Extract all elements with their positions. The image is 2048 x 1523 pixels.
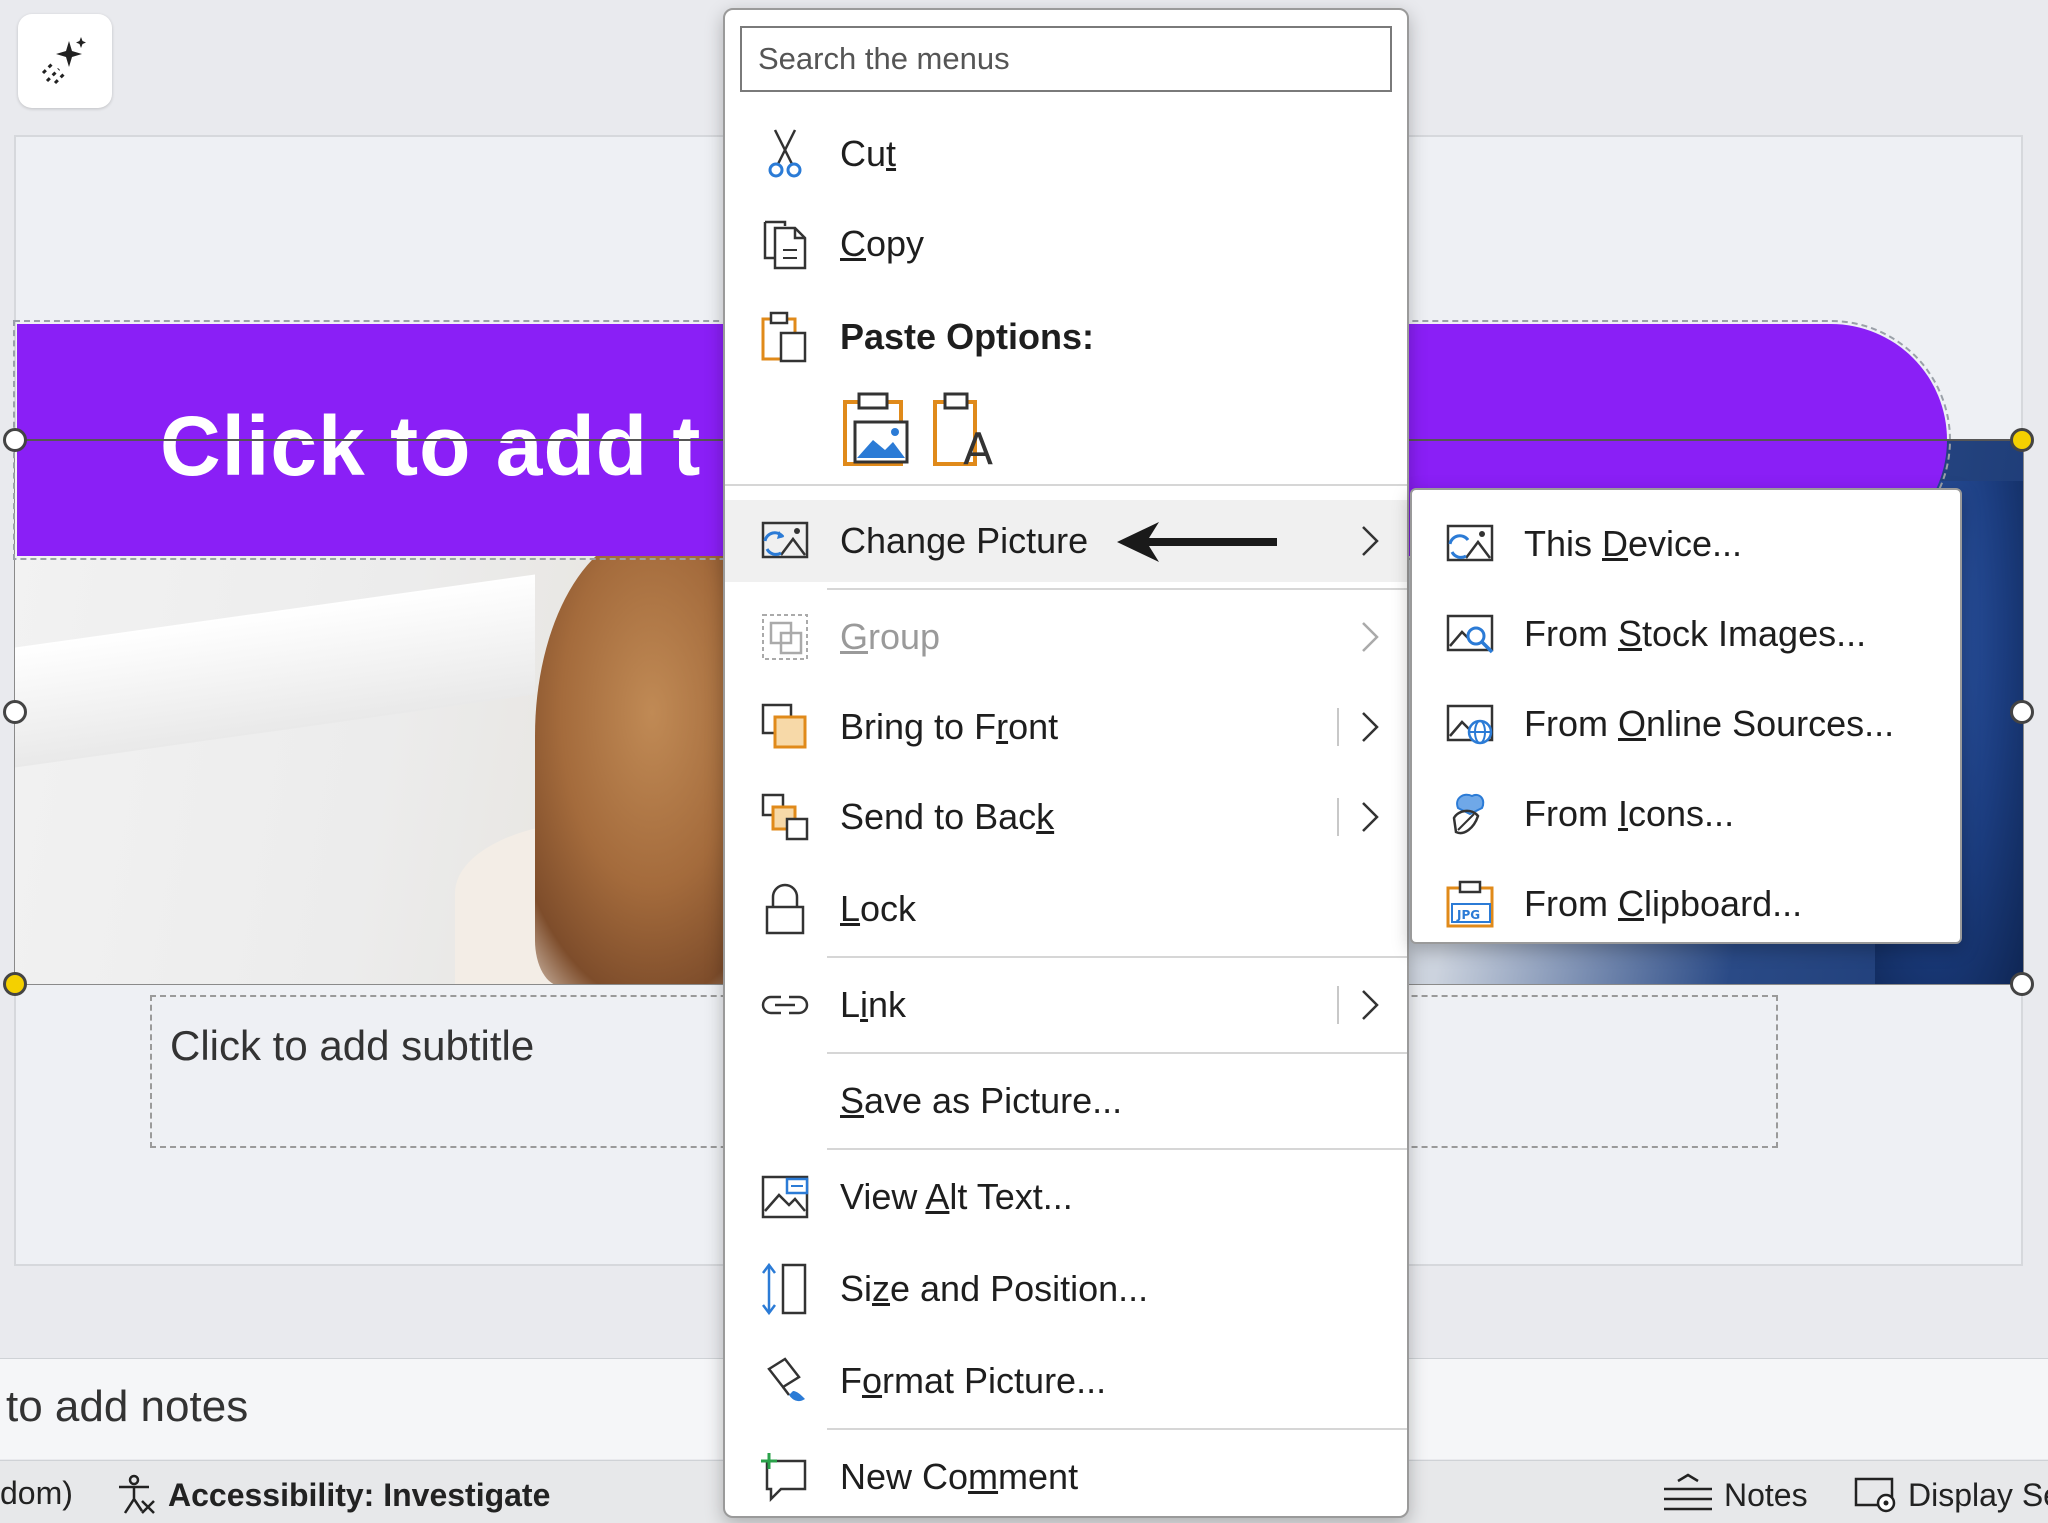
language-status[interactable]: dom) [0, 1475, 73, 1512]
icons-library-icon [1444, 788, 1496, 840]
change-picture-icon [759, 515, 811, 567]
menu-separator [725, 484, 1407, 486]
menu-item-group[interactable]: Group [725, 596, 1407, 678]
menu-item-label: View Alt Text... [840, 1176, 1073, 1217]
online-sources-icon [1444, 698, 1496, 750]
submenu-item-clipboard[interactable]: JPG From Clipboard... [1412, 859, 1960, 949]
subtitle-text: Click to add subtitle [170, 1022, 535, 1069]
lock-icon [759, 883, 811, 935]
menu-separator [827, 1428, 1407, 1430]
designer-button[interactable] [18, 14, 112, 108]
menu-item-lock[interactable]: Lock [725, 868, 1407, 950]
menu-item-label: Lock [840, 888, 917, 929]
paste-options-header: Paste Options: [725, 296, 1407, 378]
chevron-right-icon [1357, 617, 1383, 657]
chevron-right-icon[interactable] [1357, 985, 1383, 1025]
submenu-item-label: From Online Sources... [1524, 703, 1895, 744]
menu-item-new-comment[interactable]: New Comment [725, 1436, 1407, 1518]
copy-icon [759, 218, 811, 270]
bring-to-front-icon [759, 701, 811, 753]
paste-keep-text-only-icon: A [933, 392, 993, 475]
menu-item-format-picture[interactable]: Format Picture... [725, 1340, 1407, 1422]
split-divider [1337, 708, 1339, 746]
chevron-right-icon [1357, 521, 1383, 561]
change-picture-device-icon [1444, 518, 1496, 570]
resize-handle-middle-right[interactable] [2010, 700, 2034, 724]
menu-item-label: Save as Picture... [840, 1080, 1123, 1121]
magic-wand-sparkle-icon [41, 37, 86, 85]
menu-item-label: Size and Position... [840, 1268, 1149, 1309]
submenu-item-label: From Icons... [1524, 793, 1735, 834]
svg-text:JPG: JPG [1456, 908, 1480, 922]
menu-item-view-alt-text[interactable]: View Alt Text... [725, 1156, 1407, 1238]
split-divider [1337, 986, 1339, 1024]
format-brush-icon [759, 1355, 811, 1407]
submenu-item-label: From Stock Images... [1524, 613, 1867, 654]
link-icon [759, 979, 811, 1031]
resize-handle-top-right[interactable] [2010, 428, 2034, 452]
paste-picture-button[interactable] [841, 392, 915, 472]
menu-item-link[interactable]: Link [725, 964, 1407, 1046]
svg-text:A: A [963, 424, 993, 468]
new-comment-icon [759, 1451, 811, 1503]
alt-text-icon [759, 1171, 811, 1223]
menu-item-save-as-picture[interactable]: Save as Picture... [725, 1060, 1407, 1142]
menu-item-cut[interactable]: Cut [725, 113, 1407, 195]
clipboard-icon [759, 311, 811, 363]
menu-item-send-to-back[interactable]: Send to Back [725, 776, 1407, 858]
paste-keep-text-only-button[interactable]: A [931, 392, 1005, 475]
menu-item-size-and-position[interactable]: Size and Position... [725, 1248, 1407, 1330]
menu-item-label: Cut [840, 133, 897, 174]
chevron-right-icon[interactable] [1357, 797, 1383, 837]
accessibility-person-icon [119, 1474, 155, 1514]
menu-item-label: New Comment [840, 1456, 1079, 1497]
resize-handle-bottom-right[interactable] [2010, 972, 2034, 996]
menu-item-label: Group [840, 616, 941, 657]
menu-item-label: Send to Back [840, 796, 1055, 837]
submenu-item-stock-images[interactable]: From Stock Images... [1412, 589, 1960, 679]
scissors-icon [759, 128, 811, 180]
menu-item-label: Bring to Front [840, 706, 1059, 747]
notes-placeholder: to add notes [6, 1382, 249, 1431]
menu-item-label: Copy [840, 223, 925, 264]
slide-title-text: Click to add t [160, 399, 702, 493]
resize-handle-bottom-left[interactable] [3, 972, 27, 996]
paste-picture-icon [843, 392, 909, 466]
size-position-icon [759, 1262, 811, 1316]
menu-item-change-picture[interactable]: Change Picture [725, 500, 1407, 582]
split-divider [1337, 798, 1339, 836]
display-settings-icon [1854, 1477, 1896, 1513]
notes-icon [1664, 1473, 1712, 1511]
clipboard-jpg-icon: JPG [1444, 878, 1496, 930]
submenu-item-icons[interactable]: From Icons... [1412, 769, 1960, 859]
submenu-item-label: This Device... [1524, 523, 1743, 564]
menu-separator [827, 1148, 1407, 1150]
menu-item-label: Link [840, 984, 907, 1025]
stock-images-icon [1444, 608, 1496, 660]
arrow-left-annotation-icon [1117, 522, 1277, 562]
menu-item-label: Change Picture [840, 520, 1089, 561]
picture-shelf [15, 574, 535, 768]
submenu-item-this-device[interactable]: This Device... [1412, 499, 1960, 589]
menu-item-copy[interactable]: Copy [725, 203, 1407, 285]
change-picture-submenu: This Device... From Stock Images... From… [1410, 488, 1962, 944]
submenu-item-online-sources[interactable]: From Online Sources... [1412, 679, 1960, 769]
chevron-right-icon[interactable] [1357, 707, 1383, 747]
group-icon [759, 611, 811, 663]
resize-handle-middle-left[interactable] [3, 700, 27, 724]
menu-search-input[interactable] [740, 26, 1392, 92]
menu-separator [827, 588, 1407, 590]
resize-handle-top-left[interactable] [3, 428, 27, 452]
notes-toggle-button[interactable]: Notes [1662, 1473, 1808, 1517]
context-menu: Cut Copy Paste Options: [723, 8, 1409, 1518]
menu-item-bring-to-front[interactable]: Bring to Front [725, 686, 1407, 768]
menu-item-label: Format Picture... [840, 1360, 1107, 1401]
accessibility-status[interactable]: Accessibility: Investigate [114, 1473, 550, 1517]
display-settings-button[interactable]: Display Se [1854, 1473, 2048, 1517]
menu-separator [827, 1052, 1407, 1054]
submenu-item-label: From Clipboard... [1524, 883, 1803, 924]
menu-separator [827, 956, 1407, 958]
send-to-back-icon [759, 791, 811, 843]
